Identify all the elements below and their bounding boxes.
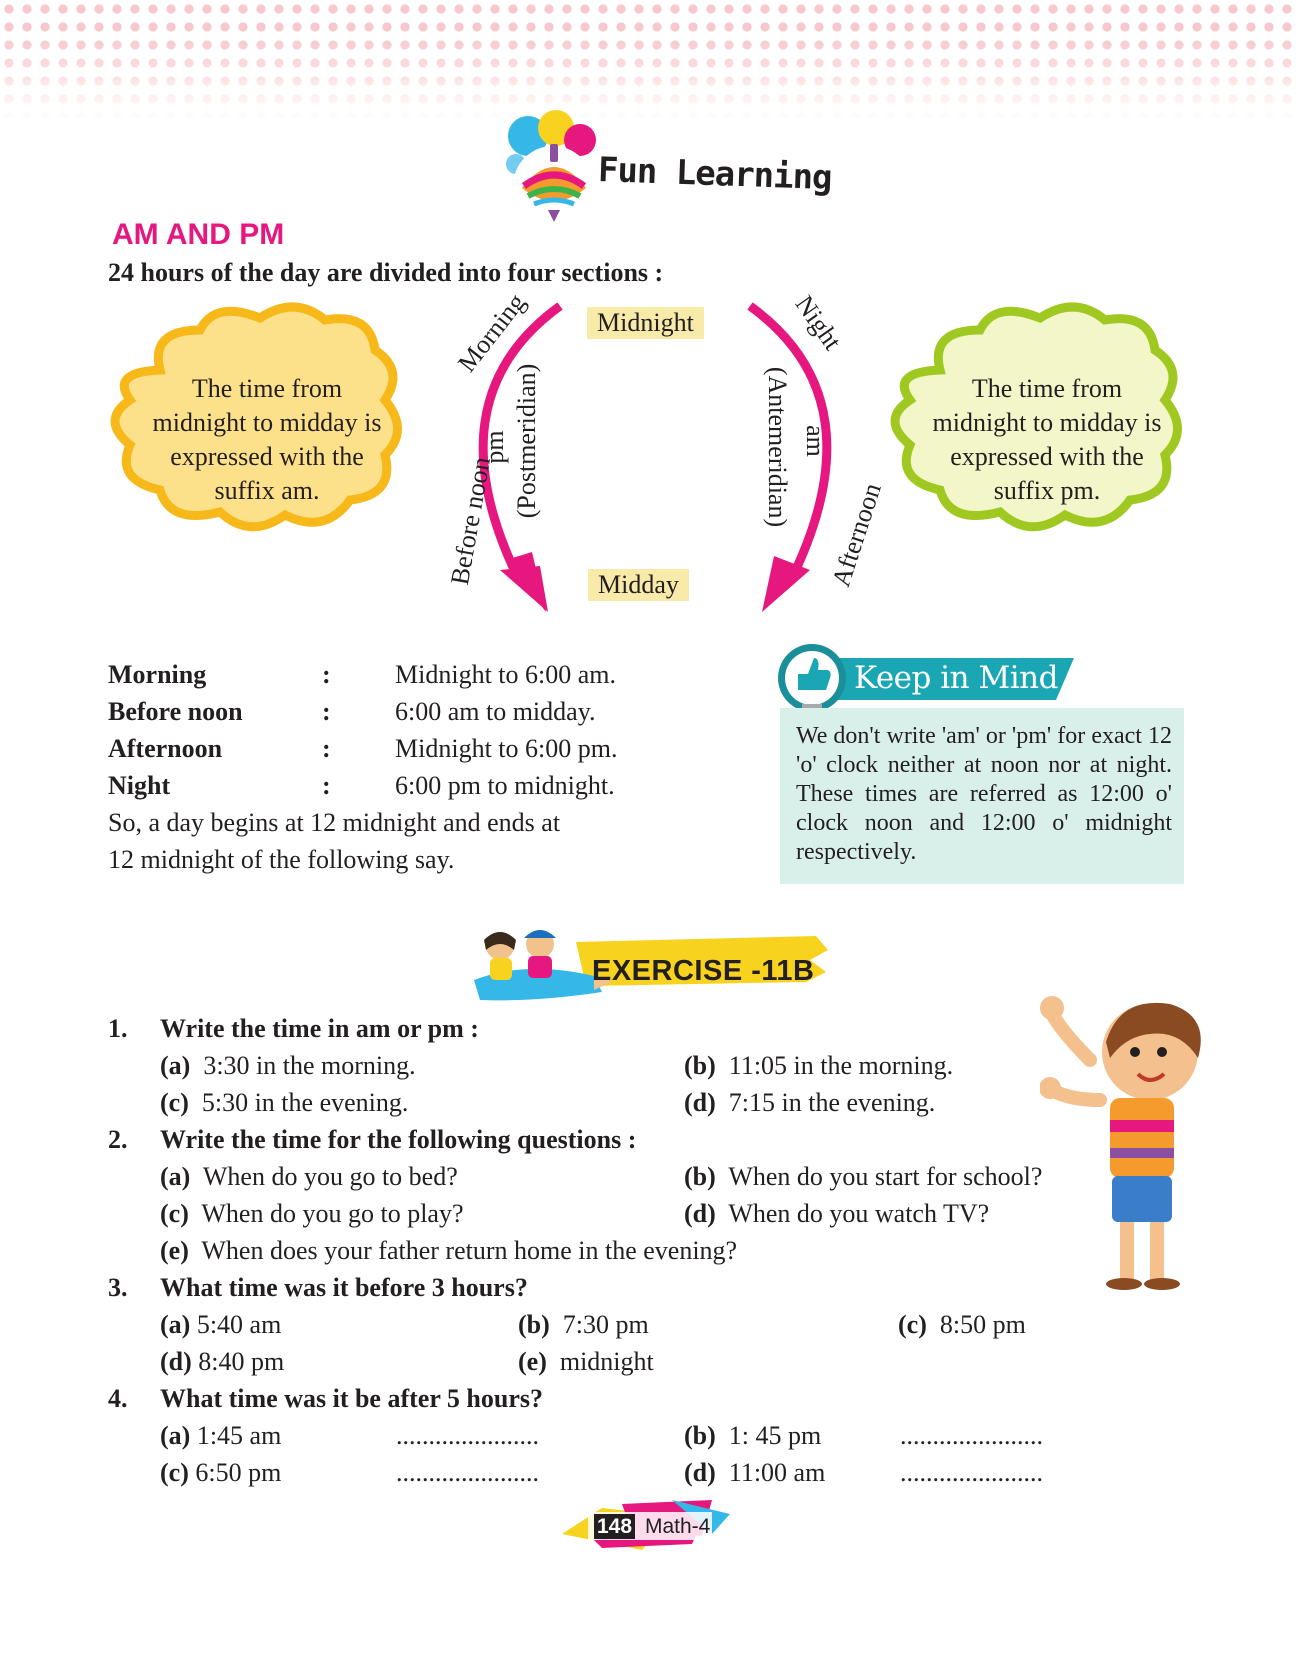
section-term: Afternoon [108, 734, 223, 763]
section-term: Morning [108, 660, 207, 689]
question-part: (c) 6:50 pm [160, 1458, 282, 1487]
keep-in-mind-text: We don't write 'am' or 'pm' for exact 12… [796, 723, 1172, 865]
answer-blank: ...................... [900, 1421, 1043, 1450]
question-part: (b) 11:05 in the morning. [684, 1051, 954, 1080]
summary-line-2: 12 midnight of the following say. [108, 845, 455, 874]
pm-long-label: (Postmeridian) [512, 363, 541, 519]
summary-line-1: So, a day begins at 12 midnight and ends… [108, 808, 561, 837]
question-part: (a) 1:45 am [160, 1421, 282, 1450]
answer-blank: ...................... [900, 1458, 1043, 1487]
keep-in-mind-title: Keep in Mind [854, 660, 1058, 696]
subject-label: Math-4 [645, 1515, 711, 1538]
question-part: (c) 8:50 pm [898, 1310, 1026, 1339]
question-part: (c) 5:30 in the evening. [160, 1088, 409, 1117]
left-cloud-text: The time from midnight to midday is expr… [152, 374, 382, 505]
answer-blank: ...................... [396, 1458, 539, 1487]
question-text: What time was it before 3 hours? [160, 1273, 528, 1302]
am-long-label: (Antemeridian) [763, 366, 792, 528]
question-part: (a) 5:40 am [160, 1310, 282, 1339]
section-term: Night [108, 771, 171, 800]
question-number: 3. [108, 1273, 128, 1302]
question-number: 4. [108, 1384, 128, 1413]
question-part: (a) 3:30 in the morning. [160, 1051, 416, 1080]
section-definition: Midnight to 6:00 pm. [395, 734, 618, 763]
question-part: (b) 7:30 pm [518, 1310, 649, 1339]
question-number: 1. [108, 1014, 128, 1043]
boy-illustration [1040, 996, 1201, 1290]
section-definition: Midnight to 6:00 am. [395, 660, 616, 689]
question-part: (d) 11:00 am [684, 1458, 826, 1487]
question-number: 2. [108, 1125, 128, 1154]
section-definition: 6:00 pm to midnight. [395, 771, 615, 800]
question-text: What time was it be after 5 hours? [160, 1384, 543, 1413]
question-part: (d) 7:15 in the evening. [684, 1088, 936, 1117]
midnight-label: Midnight [587, 307, 704, 339]
section-term: Before noon [108, 697, 243, 726]
midday-label: Midday [588, 569, 689, 601]
question-part: (e) midnight [518, 1347, 654, 1376]
question-text: Write the time for the following questio… [160, 1125, 637, 1154]
question-part: (b) 1: 45 pm [684, 1421, 822, 1450]
question-part: (d) 8:40 pm [160, 1347, 285, 1376]
am-short-label: am [801, 425, 830, 457]
question-part: (c) When do you go to play? [160, 1199, 464, 1228]
exercise-title: EXERCISE -11B [592, 955, 815, 987]
right-cloud-text: The time from midnight to midday is expr… [932, 374, 1162, 505]
question-text: Write the time in am or pm : [160, 1014, 479, 1043]
question-part: (a) When do you go to bed? [160, 1162, 458, 1191]
question-part: (e) When does your father return home in… [160, 1236, 738, 1265]
pm-short-label: pm [480, 430, 509, 464]
question-part: (b) When do you start for school? [684, 1162, 1043, 1191]
question-part: (d) When do you watch TV? [684, 1199, 990, 1228]
answer-blank: ...................... [396, 1421, 539, 1450]
page-number: 148 [594, 1514, 636, 1539]
section-definition: 6:00 am to midday. [395, 697, 596, 726]
